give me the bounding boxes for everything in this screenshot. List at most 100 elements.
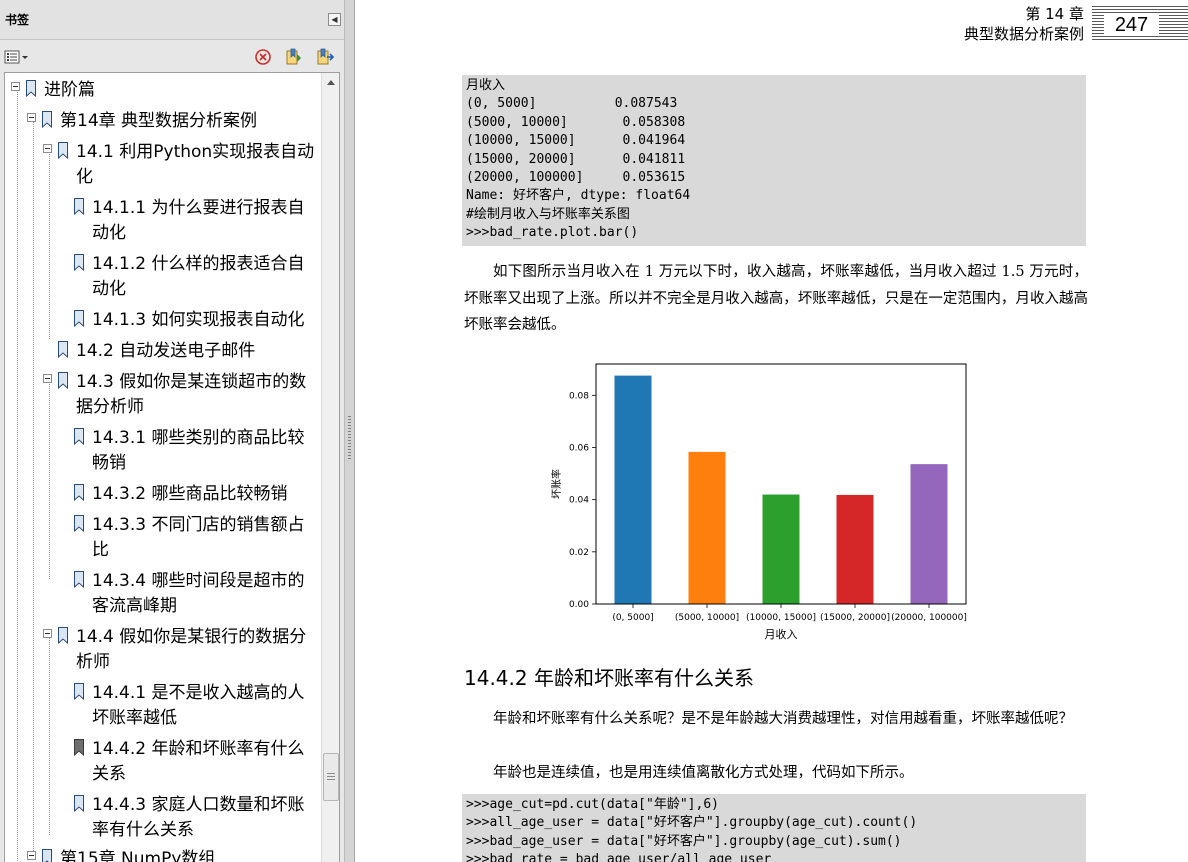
x-tick-label: (20000, 100000] <box>891 613 967 623</box>
bookmark-item[interactable]: 14.3.2 哪些商品比较畅销 <box>5 482 321 507</box>
bookmarks-panel: 书签 ◀ 进阶篇 第14章 典型数据分析案例 14.1 利用Python实现报表… <box>0 0 345 862</box>
x-tick-label: (15000, 20000] <box>820 613 890 623</box>
options-menu-button[interactable] <box>4 49 30 65</box>
bookmark-item[interactable]: 14.4.3 家庭人口数量和坏账率有什么关系 <box>5 793 321 843</box>
bookmark-label: 第14章 典型数据分析案例 <box>60 111 258 131</box>
running-head: 第 14 章 典型数据分析案例 <box>964 4 1084 44</box>
bookmark-item[interactable]: 14.1.2 什么样的报表适合自动化 <box>5 252 321 302</box>
section-heading: 14.4.2 年龄和坏账率有什么关系 <box>464 666 754 690</box>
collapse-toggle-icon[interactable] <box>27 113 36 122</box>
new-bookmark-button[interactable] <box>285 48 303 66</box>
bookmark-icon <box>74 254 84 271</box>
body-paragraph: 年龄和坏账率有什么关系呢？是不是年龄越大消费越理性，对信用越看重，坏账率越低呢？ <box>493 711 1073 727</box>
x-tick-label: (10000, 15000] <box>746 613 816 623</box>
scroll-up-arrow-icon[interactable] <box>327 80 335 85</box>
collapse-panel-button[interactable]: ◀ <box>328 13 341 26</box>
chapter-number: 第 14 章 <box>1025 5 1084 23</box>
delete-bookmark-button[interactable] <box>255 49 271 65</box>
bookmark-icon <box>58 341 68 358</box>
bookmark-item[interactable]: 14.1.3 如何实现报表自动化 <box>5 308 321 333</box>
bookmark-label: 14.3.4 哪些时间段是超市的客流高峰期 <box>92 571 305 616</box>
bookmark-item[interactable]: 第15章 NumPy数组 <box>5 847 321 862</box>
bookmark-label: 14.3 假如你是某连锁超市的数据分析师 <box>76 372 307 417</box>
bookmark-label: 14.4.2 年龄和坏账率有什么关系 <box>92 739 305 784</box>
y-tick-label: 0.00 <box>569 600 589 610</box>
bookmark-icon <box>58 372 68 389</box>
panel-title: 书签 <box>5 13 30 27</box>
collapse-toggle-icon[interactable] <box>11 82 20 91</box>
bookmark-toolbar <box>0 44 344 70</box>
delete-bookmark-icon <box>255 49 271 65</box>
expand-bookmark-icon <box>317 48 335 65</box>
code-block: 月收入 (0, 5000] 0.087543 (5000, 10000] 0.0… <box>462 75 1086 246</box>
bookmark-tree-box: 进阶篇 第14章 典型数据分析案例 14.1 利用Python实现报表自动化 1… <box>4 72 340 862</box>
bookmark-item[interactable]: 14.1 利用Python实现报表自动化 <box>5 140 321 190</box>
page-number-box: 247 <box>1092 6 1188 42</box>
bookmark-item[interactable]: 14.3.1 哪些类别的商品比较畅销 <box>5 426 321 476</box>
y-tick-label: 0.04 <box>569 496 589 506</box>
chart-bar <box>910 464 948 604</box>
bookmark-label: 14.1.2 什么样的报表适合自动化 <box>92 254 305 299</box>
bookmark-icon <box>74 739 84 756</box>
tree-scrollbar[interactable] <box>321 73 339 862</box>
collapse-toggle-icon[interactable] <box>43 144 52 153</box>
y-tick-label: 0.08 <box>569 391 589 401</box>
bookmark-label: 14.4 假如你是某银行的数据分析师 <box>76 627 307 672</box>
page-number: 247 <box>1104 14 1159 36</box>
expand-bookmark-button[interactable] <box>316 48 335 66</box>
bookmark-icon <box>74 310 84 327</box>
bookmark-item-current[interactable]: 14.4.2 年龄和坏账率有什么关系 <box>5 737 321 787</box>
chapter-title: 典型数据分析案例 <box>963 25 1084 43</box>
collapse-toggle-icon[interactable] <box>43 374 52 383</box>
bookmark-item[interactable]: 14.2 自动发送电子邮件 <box>5 339 321 364</box>
bookmark-label: 14.3.3 不同门店的销售额占比 <box>92 515 305 560</box>
bookmark-label: 第15章 NumPy数组 <box>60 849 216 862</box>
splitter-grip-icon[interactable] <box>348 416 351 460</box>
collapse-toggle-icon[interactable] <box>27 851 36 860</box>
bookmark-item[interactable]: 进阶篇 <box>5 78 321 103</box>
chart-bar <box>688 451 726 604</box>
bookmark-label: 14.4.3 家庭人口数量和坏账率有什么关系 <box>92 795 305 840</box>
bookmark-label: 14.3.1 哪些类别的商品比较畅销 <box>92 428 305 473</box>
body-paragraph: 年龄也是连续值，也是用连续值离散化方式处理，代码如下所示。 <box>493 765 914 781</box>
bookmark-item[interactable]: 14.3.3 不同门店的销售额占比 <box>5 513 321 563</box>
bookmark-item[interactable]: 14.4.1 是不是收入越高的人坏账率越低 <box>5 681 321 731</box>
list-options-icon <box>4 50 28 64</box>
chart-bar <box>836 494 874 604</box>
bookmark-icon <box>26 80 36 97</box>
bookmark-icon <box>74 484 84 501</box>
bookmark-label: 14.1.1 为什么要进行报表自动化 <box>92 198 305 243</box>
bookmark-icon <box>42 849 52 862</box>
bookmark-label: 进阶篇 <box>44 80 95 100</box>
scroll-thumb[interactable] <box>323 753 339 801</box>
x-tick-label: (5000, 10000] <box>675 613 739 623</box>
bookmark-item[interactable]: 第14章 典型数据分析案例 <box>5 109 321 134</box>
x-tick-label: (0, 5000] <box>612 613 653 623</box>
panel-splitter[interactable] <box>345 0 355 862</box>
body-paragraph: 如下图所示当月收入在 1 万元以下时，收入越高，坏账率越低，当月收入超过 1.5… <box>464 264 1088 333</box>
bookmark-item[interactable]: 14.3 假如你是某连锁超市的数据分析师 <box>5 370 321 420</box>
y-tick-label: 0.02 <box>569 548 589 558</box>
bookmark-icon <box>74 683 84 700</box>
x-axis-label: 月收入 <box>765 627 798 641</box>
new-bookmark-icon <box>286 48 301 65</box>
bar-chart: (0, 5000] (5000, 10000] (10000, 15000] (150… <box>550 363 967 641</box>
document-page: 第 14 章 典型数据分析案例 247 月收入 (0, 5000] 0.0875… <box>356 0 1188 862</box>
bookmark-icon <box>74 198 84 215</box>
y-axis-label: 坏账率 <box>550 469 563 499</box>
collapse-toggle-icon[interactable] <box>43 629 52 638</box>
bookmark-label: 14.1 利用Python实现报表自动化 <box>76 142 315 187</box>
bookmark-item[interactable]: 14.1.1 为什么要进行报表自动化 <box>5 196 321 246</box>
y-tick-label: 0.06 <box>569 443 589 453</box>
bookmark-item[interactable]: 14.4 假如你是某银行的数据分析师 <box>5 625 321 675</box>
bookmark-icon <box>74 428 84 445</box>
code-block: >>>age_cut=pd.cut(data["年龄"],6) >>>all_a… <box>462 794 1086 862</box>
bookmark-label: 14.2 自动发送电子邮件 <box>76 341 256 361</box>
bookmark-icon <box>74 795 84 812</box>
bookmark-item[interactable]: 14.3.4 哪些时间段是超市的客流高峰期 <box>5 569 321 619</box>
panel-header: 书签 ◀ <box>0 0 344 40</box>
bookmark-label: 14.3.2 哪些商品比较畅销 <box>92 484 288 504</box>
bookmark-tree: 进阶篇 第14章 典型数据分析案例 14.1 利用Python实现报表自动化 1… <box>5 73 321 862</box>
bookmark-icon <box>74 515 84 532</box>
bookmark-label: 14.1.3 如何实现报表自动化 <box>92 310 305 330</box>
